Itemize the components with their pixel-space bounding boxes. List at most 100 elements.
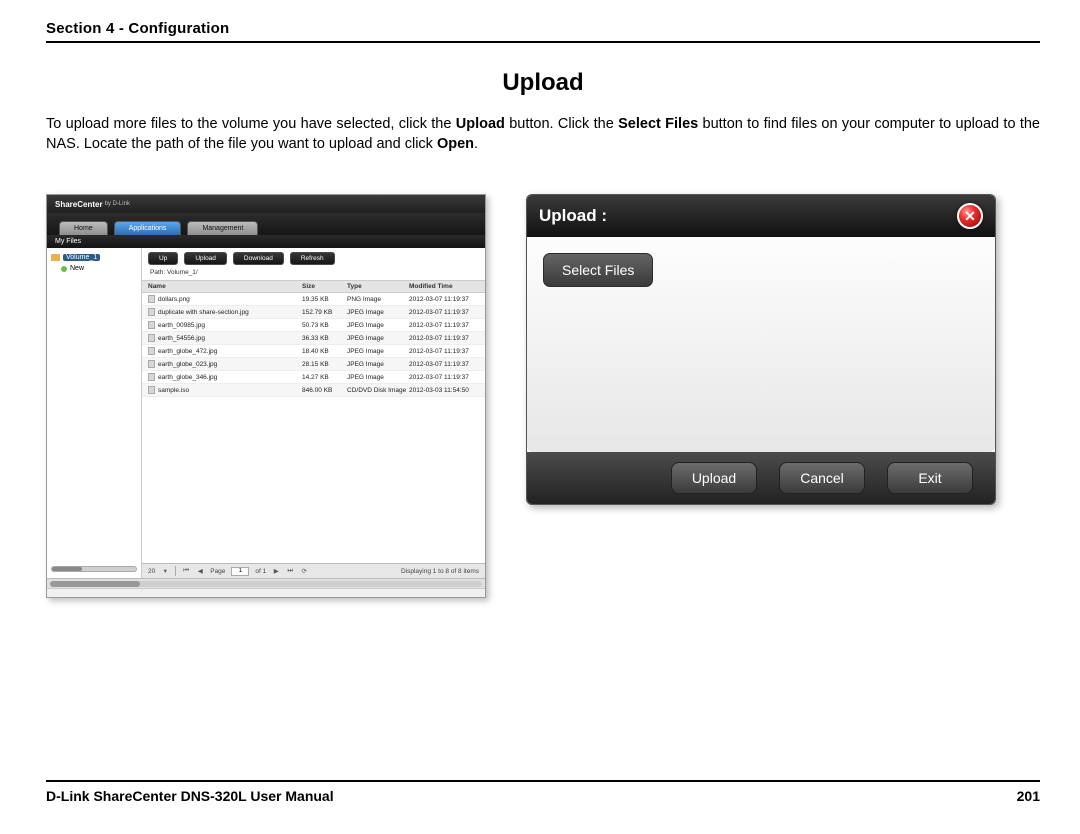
table-row[interactable]: earth_globe_346.jpg 14.27 KBJPEG Image201… [142,371,485,384]
tree-root-label: Volume_1 [63,254,100,261]
tab-home[interactable]: Home [59,221,108,235]
cell-type: JPEG Image [347,335,409,342]
col-type[interactable]: Type [347,283,409,290]
col-mtime[interactable]: Modified Time [409,283,479,290]
upload-button[interactable]: Upload [184,252,227,265]
page-of: of 1 [255,568,266,575]
cell-name: earth_54556.jpg [158,335,205,342]
file-icon [148,373,155,381]
cell-mtime: 2012-03-07 11:19:37 [409,322,479,329]
section-header: Section 4 - Configuration [46,20,1040,43]
cell-type: JPEG Image [347,361,409,368]
col-name[interactable]: Name [148,283,302,290]
cell-size: 846.00 KB [302,387,347,394]
cell-mtime: 2012-03-07 11:19:37 [409,348,479,355]
cell-mtime: 2012-03-07 11:19:37 [409,296,479,303]
cell-mtime: 2012-03-03 11:54:50 [409,387,479,394]
tree-child[interactable]: New [61,265,137,272]
file-icon [148,295,155,303]
bottom-scrollbar[interactable] [47,578,485,588]
cell-size: 152.79 KB [302,309,347,316]
dialog-header: Upload : ✕ [527,195,995,237]
footer-manual: D-Link ShareCenter DNS-320L User Manual [46,788,334,804]
page-size[interactable]: 20 [148,568,155,575]
file-icon [148,347,155,355]
refresh-button[interactable]: Refresh [290,252,335,265]
cell-mtime: 2012-03-07 11:19:37 [409,374,479,381]
close-icon[interactable]: ✕ [957,203,983,229]
bullet-icon [61,266,67,272]
select-files-button[interactable]: Select Files [543,253,653,287]
pager: 20 ▾ ⏮ ◀ Page of 1 ▶ ⏭ ⟳ Displaying 1 to… [142,563,485,578]
breadcrumb: Path: Volume_1/ [142,267,485,280]
dialog-cancel-button[interactable]: Cancel [779,462,865,494]
up-button[interactable]: Up [148,252,178,265]
prev-page-icon[interactable]: ◀ [196,567,204,575]
col-size[interactable]: Size [302,283,347,290]
statusbar [47,588,485,597]
cell-size: 28.15 KB [302,361,347,368]
text-segment: To upload more files to the volume you h… [46,116,456,132]
bold-select-files: Select Files [618,116,698,132]
main-panel: Up Upload Download Refresh Path: Volume_… [142,248,485,578]
sharecenter-window: ShareCenterby D-Link Home Applications M… [46,194,486,598]
sharecenter-titlebar: ShareCenterby D-Link [47,195,485,213]
cell-size: 50.73 KB [302,322,347,329]
cell-type: CD/DVD Disk Image [347,387,409,394]
tab-applications[interactable]: Applications [114,221,182,235]
cell-size: 36.33 KB [302,335,347,342]
text-segment: . [474,136,478,152]
path-label: Path: [150,269,165,276]
cell-name: duplicate with share-section.jpg [158,309,249,316]
cell-name: earth_globe_472.jpg [158,348,217,355]
cell-type: JPEG Image [347,309,409,316]
table-row[interactable]: earth_globe_023.jpg28.15 KBJPEG Image201… [142,358,485,371]
dialog-exit-button[interactable]: Exit [887,462,973,494]
cell-type: PNG Image [347,296,409,303]
bold-open: Open [437,136,474,152]
subbar-myfiles: My Files [47,235,485,248]
dialog-footer: Upload Cancel Exit [527,452,995,504]
cell-size: 14.27 KB [302,374,347,381]
last-page-icon[interactable]: ⏭ [286,567,294,575]
table-row[interactable]: earth_00985.jpg50.73 KBJPEG Image2012-03… [142,319,485,332]
bold-upload: Upload [456,116,505,132]
cell-type: JPEG Image [347,348,409,355]
folder-icon [51,254,60,261]
table-row[interactable]: earth_globe_472.jpg 18.40 KBJPEG Image201… [142,345,485,358]
table-row[interactable]: earth_54556.jpg36.33 KBJPEG Image2012-03… [142,332,485,345]
cell-mtime: 2012-03-07 11:19:37 [409,309,479,316]
file-icon [148,321,155,329]
cell-size: 18.40 KB [302,348,347,355]
refresh-icon[interactable]: ⟳ [300,567,308,575]
body-paragraph: To upload more files to the volume you h… [46,115,1040,154]
cell-name: earth_globe_346.jpg [158,374,217,381]
sidebar-scrollbar[interactable] [51,566,137,572]
brand-sub: by D-Link [105,201,130,207]
file-icon [148,386,155,394]
tree-child-label: New [70,265,84,272]
dialog-title: Upload : [539,206,607,226]
next-page-icon[interactable]: ▶ [272,567,280,575]
first-page-icon[interactable]: ⏮ [182,567,190,575]
tree-root[interactable]: Volume_1 [51,254,137,261]
cell-name: dollars.png [158,296,190,303]
cell-name: earth_00985.jpg [158,322,205,329]
cell-type: JPEG Image [347,374,409,381]
page-title: Upload [46,69,1040,97]
page-label: Page [210,568,225,575]
dialog-body: Select Files [527,237,995,452]
footer-page-number: 201 [1017,788,1040,804]
tab-management[interactable]: Management [187,221,258,235]
chevron-down-icon[interactable]: ▾ [161,567,169,575]
table-row[interactable]: sample.iso846.00 KBCD/DVD Disk Image2012… [142,384,485,397]
download-button[interactable]: Download [233,252,284,265]
cell-mtime: 2012-03-07 11:19:37 [409,361,479,368]
page-input[interactable] [231,567,249,576]
cell-size: 19.35 KB [302,296,347,303]
upload-dialog: Upload : ✕ Select Files Upload Cancel Ex… [526,194,996,505]
dialog-upload-button[interactable]: Upload [671,462,757,494]
table-body: dollars.png19.35 KBPNG Image2012-03-07 1… [142,293,485,563]
table-row[interactable]: duplicate with share-section.jpg 152.79 K… [142,306,485,319]
table-row[interactable]: dollars.png 19.35 KBPNG Image2012-03-07 1… [142,293,485,306]
